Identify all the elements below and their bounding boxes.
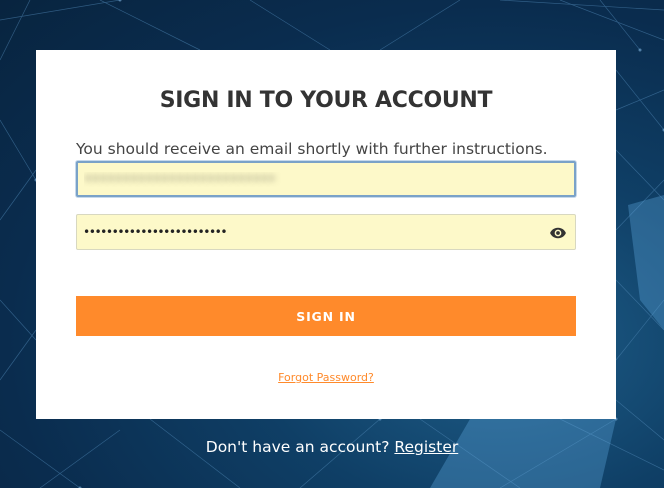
forgot-password-container: Forgot Password?	[36, 371, 616, 384]
password-field[interactable]	[77, 215, 575, 249]
forgot-password-link[interactable]: Forgot Password?	[278, 371, 374, 384]
info-message: You should receive an email shortly with…	[76, 140, 548, 158]
login-card: SIGN IN TO YOUR ACCOUNT You should recei…	[36, 50, 616, 419]
sign-in-button[interactable]: SIGN IN	[76, 296, 576, 336]
password-field-container	[76, 214, 576, 250]
email-field-container	[76, 161, 576, 197]
register-prompt: Don't have an account? Register	[0, 438, 664, 456]
register-link[interactable]: Register	[394, 438, 458, 456]
page-title: SIGN IN TO YOUR ACCOUNT	[159, 88, 493, 113]
eye-icon[interactable]	[549, 224, 567, 242]
register-prompt-text: Don't have an account?	[205, 438, 390, 456]
email-field[interactable]	[78, 163, 574, 195]
